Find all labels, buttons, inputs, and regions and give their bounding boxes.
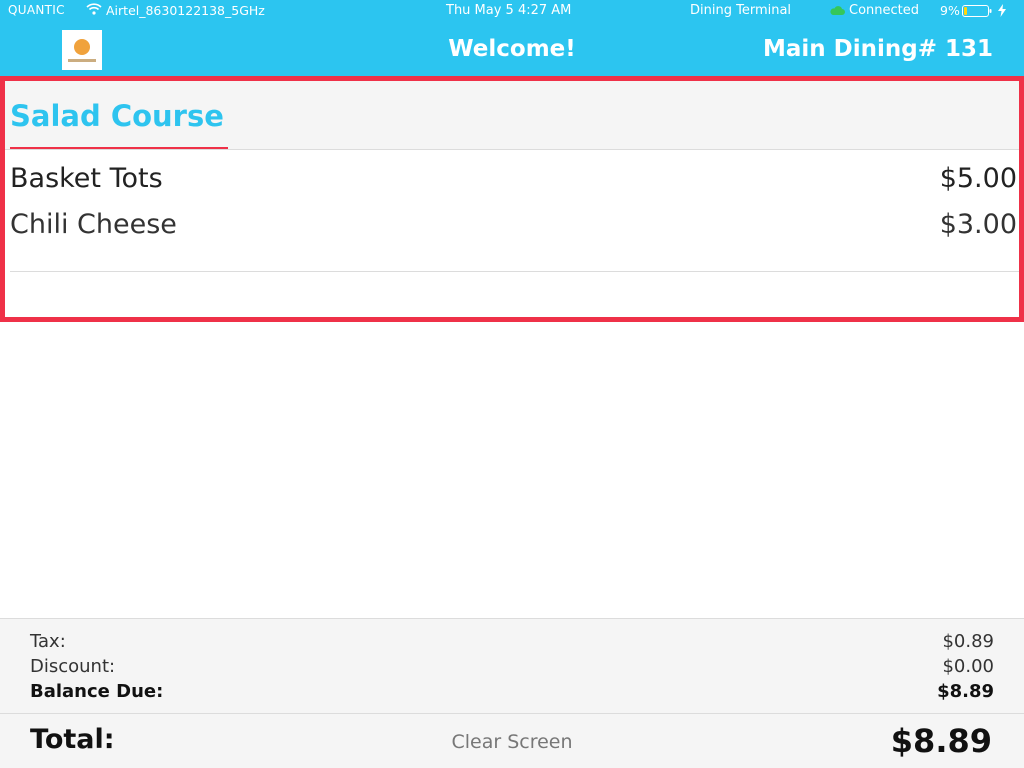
discount-value: $0.00 <box>942 656 994 677</box>
item-price: $5.00 <box>939 163 1017 194</box>
network-name: Airtel_8630122138_5GHz <box>106 3 265 18</box>
order-item-list: Basket Tots $5.00 Chili Cheese $3.00 <box>5 151 1019 243</box>
battery-percent: 9% <box>940 3 960 18</box>
tax-value: $0.89 <box>942 631 994 652</box>
connection-status: Connected <box>849 3 920 18</box>
clear-screen-button[interactable]: Clear Screen <box>420 731 604 753</box>
wifi-icon <box>86 2 102 16</box>
charging-bolt-icon <box>998 4 1006 17</box>
item-name: Basket Tots <box>10 163 163 194</box>
order-item[interactable]: Chili Cheese $3.00 <box>5 197 1019 243</box>
terminal-label: Dining Terminal <box>690 3 792 18</box>
course-header[interactable]: Salad Course <box>5 81 1019 150</box>
total-value: $8.89 <box>890 722 992 760</box>
status-bar: QUANTIC Airtel_8630122138_5GHz Thu May 5… <box>0 0 1024 22</box>
header-bar: QUANTIC Airtel_8630122138_5GHz Thu May 5… <box>0 0 1024 76</box>
balance-due-label: Balance Due: <box>30 681 164 702</box>
carrier-label: QUANTIC <box>8 3 65 17</box>
total-bar: Total: Clear Screen $8.89 <box>0 714 1024 768</box>
battery-icon <box>962 5 992 17</box>
order-panel: Salad Course Basket Tots $5.00 Chili Che… <box>0 76 1024 322</box>
tax-label: Tax: <box>30 631 66 652</box>
cloud-icon <box>829 5 845 15</box>
datetime-label: Thu May 5 4:27 AM <box>446 3 572 18</box>
discount-label: Discount: <box>30 656 116 677</box>
table-label: Main Dining# 131 <box>762 36 993 62</box>
order-summary: Tax: $0.89 Discount: $0.00 Balance Due: … <box>0 618 1024 714</box>
order-item[interactable]: Basket Tots $5.00 <box>5 151 1019 197</box>
course-underline <box>10 147 228 149</box>
divider <box>10 271 1019 272</box>
item-price: $3.00 <box>939 209 1017 240</box>
item-name: Chili Cheese <box>10 209 177 240</box>
total-label: Total: <box>30 724 115 755</box>
course-title: Salad Course <box>10 99 224 133</box>
balance-due-value: $8.89 <box>937 681 994 702</box>
